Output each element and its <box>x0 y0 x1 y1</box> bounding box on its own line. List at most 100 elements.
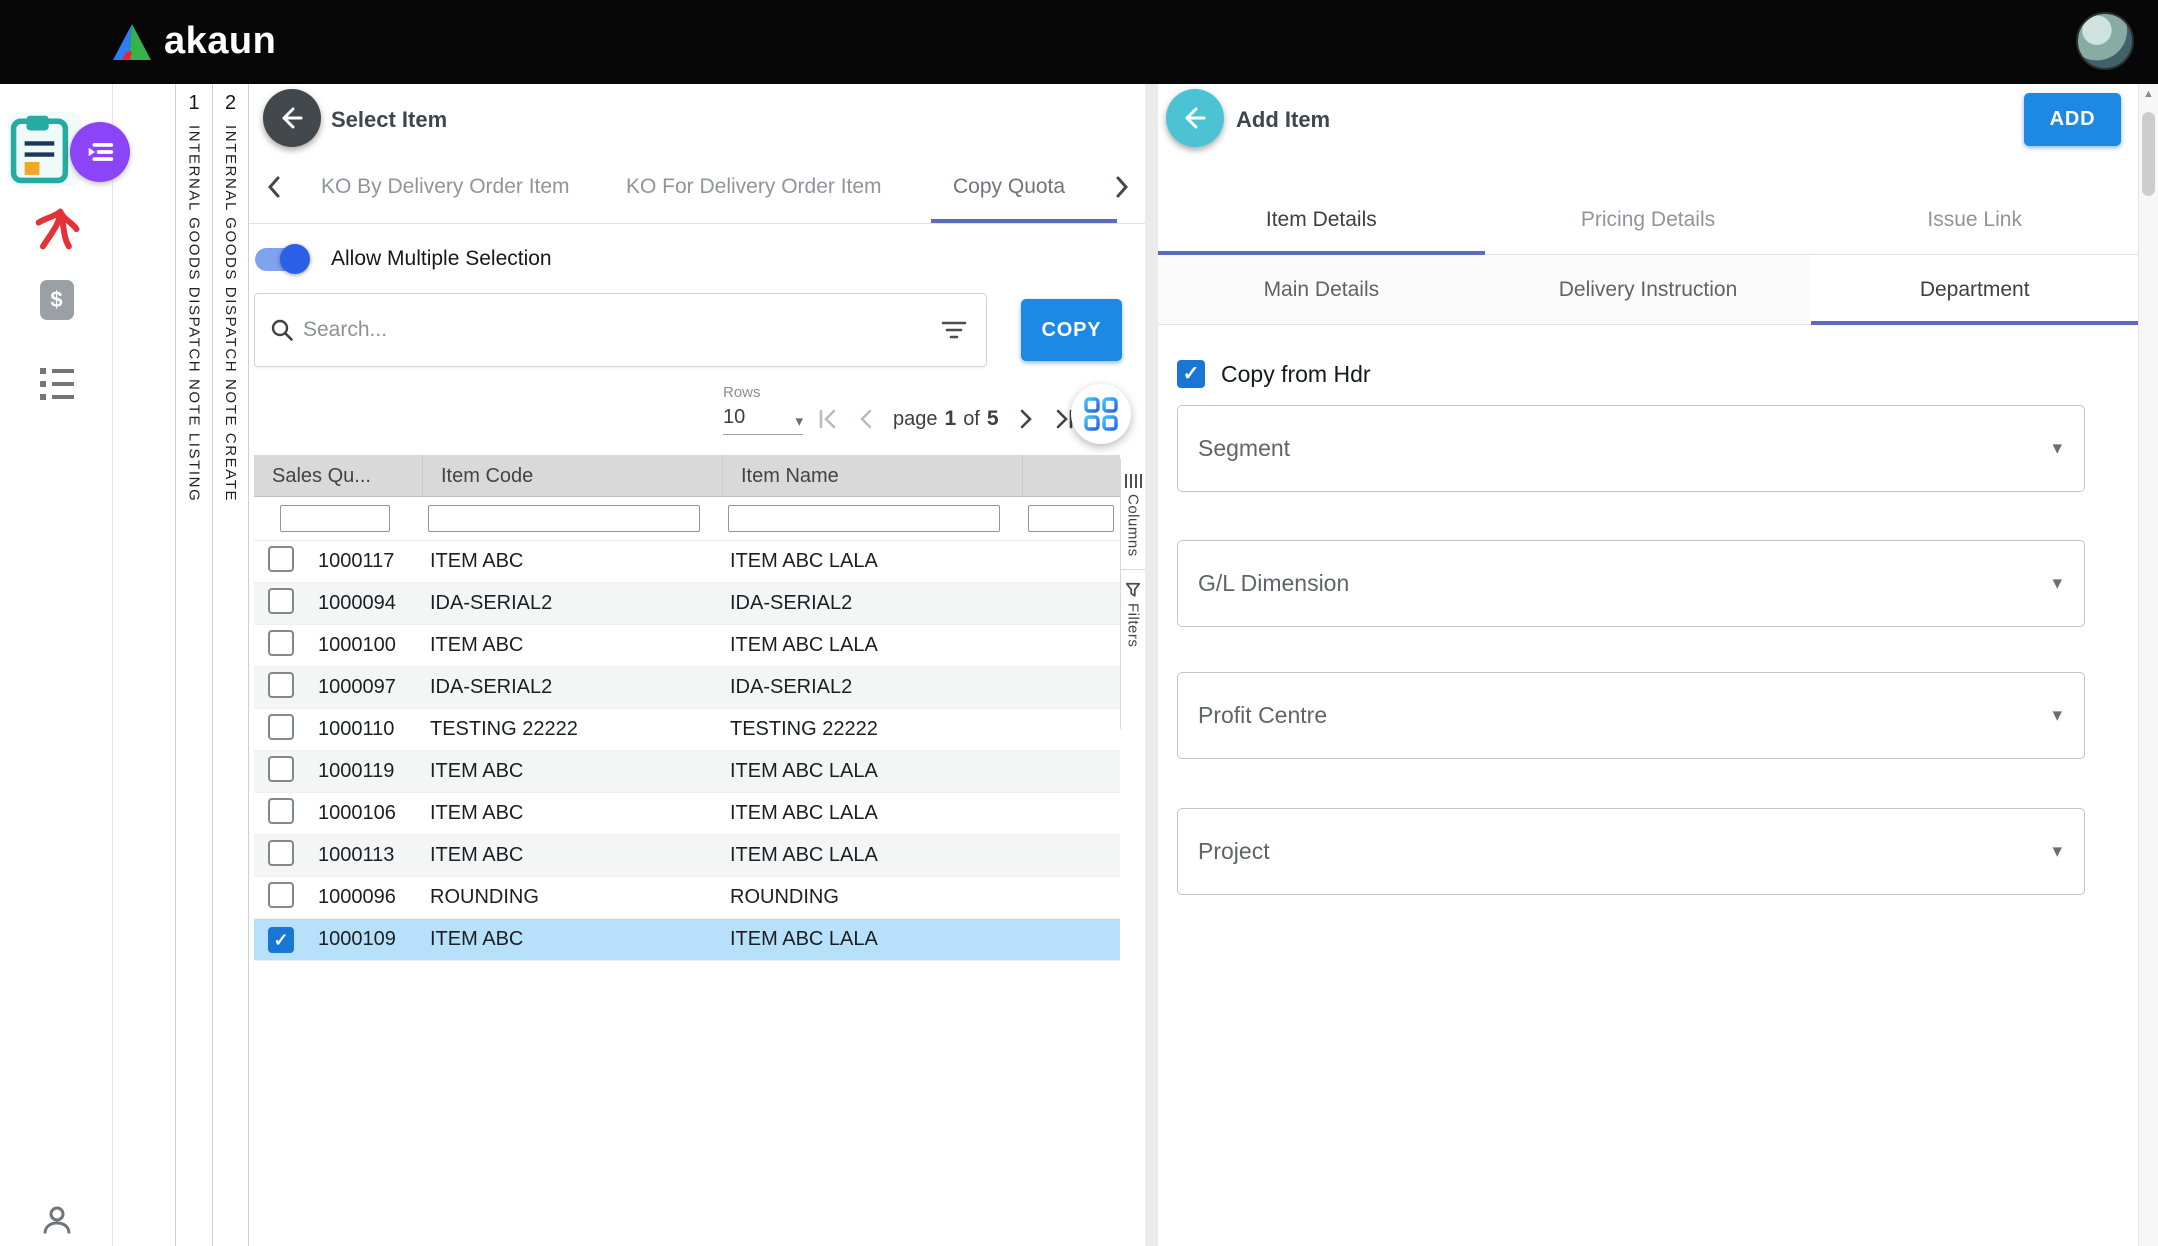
tab-copy-quota[interactable]: Copy Quota <box>953 150 1065 224</box>
table-row[interactable]: 1000113ITEM ABCITEM ABC LALA <box>254 835 1120 877</box>
cell-sales-qu: 1000109 <box>310 928 422 951</box>
copy-from-hdr-label: Copy from Hdr <box>1221 361 1371 388</box>
filter-input-extra[interactable] <box>1028 505 1114 532</box>
row-checkbox[interactable] <box>268 882 294 908</box>
sidebar-item-red-module-icon[interactable] <box>0 202 113 254</box>
table-row[interactable]: 1000096ROUNDINGROUNDING <box>254 877 1120 919</box>
filters-control[interactable]: Filters <box>1125 603 1142 647</box>
row-checkbox[interactable] <box>268 756 294 782</box>
back-button[interactable] <box>1166 89 1224 147</box>
caret-down-icon: ▾ <box>2052 572 2062 595</box>
filter-input-item-code[interactable] <box>428 505 700 532</box>
scroll-up-icon[interactable]: ▲ <box>2139 88 2158 100</box>
select-item-title: Select Item <box>331 107 447 133</box>
row-checkbox[interactable] <box>268 588 294 614</box>
segment-dropdown[interactable]: Segment ▾ <box>1177 405 2085 492</box>
caret-down-icon: ▾ <box>2052 437 2062 460</box>
workspace-tab-number: 2 <box>225 92 236 115</box>
cell-sales-qu: 1000100 <box>310 634 422 657</box>
cell-item-name: ITEM ABC LALA <box>722 844 1022 867</box>
add-button[interactable]: ADD <box>2024 93 2121 146</box>
gl-dimension-dropdown[interactable]: G/L Dimension ▾ <box>1177 540 2085 627</box>
item-table-filter-row <box>254 497 1120 541</box>
row-checkbox[interactable] <box>268 840 294 866</box>
project-dropdown[interactable]: Project ▾ <box>1177 808 2085 895</box>
cell-item-code: TESTING 22222 <box>422 718 722 741</box>
copy-button[interactable]: COPY <box>1021 299 1122 361</box>
search-box <box>254 293 987 367</box>
allow-multiple-selection-toggle[interactable] <box>255 248 307 271</box>
columns-control[interactable]: Columns <box>1125 494 1142 557</box>
workspace-tabs: 1 INTERNAL GOODS DISPATCH NOTE LISTING 2… <box>175 84 249 1246</box>
prev-page-button[interactable] <box>854 406 880 432</box>
item-table-body: 1000117ITEM ABCITEM ABC LALA1000094IDA-S… <box>254 541 1120 961</box>
cell-item-code: ITEM ABC <box>422 550 722 573</box>
table-row[interactable]: 1000097IDA-SERIAL2IDA-SERIAL2 <box>254 667 1120 709</box>
workspace-tab-create[interactable]: 2 INTERNAL GOODS DISPATCH NOTE CREATE <box>212 84 249 1246</box>
multiple-selection-row: Allow Multiple Selection <box>255 242 552 276</box>
column-header-item-code[interactable]: Item Code <box>422 455 722 497</box>
table-row[interactable]: 1000094IDA-SERIAL2IDA-SERIAL2 <box>254 583 1120 625</box>
cell-item-name: ITEM ABC LALA <box>722 760 1022 783</box>
profit-centre-dropdown[interactable]: Profit Centre ▾ <box>1177 672 2085 759</box>
tab-pricing-details[interactable]: Pricing Details <box>1485 185 1812 254</box>
row-checkbox[interactable] <box>268 798 294 824</box>
row-checkbox[interactable] <box>268 546 294 572</box>
back-button[interactable] <box>263 89 321 147</box>
tab-ko-by-delivery-order-item[interactable]: KO By Delivery Order Item <box>321 150 570 224</box>
rows-per-page-select[interactable]: 10 ▾ <box>723 406 803 435</box>
subtab-main-details[interactable]: Main Details <box>1158 255 1485 324</box>
first-page-button[interactable] <box>815 406 841 432</box>
row-checkbox[interactable] <box>268 672 294 698</box>
collapse-menu-icon[interactable] <box>70 122 130 182</box>
user-avatar[interactable] <box>2076 12 2134 70</box>
cell-item-code: ITEM ABC <box>422 844 722 867</box>
workspace-tab-listing[interactable]: 1 INTERNAL GOODS DISPATCH NOTE LISTING <box>175 84 212 1246</box>
scrollbar-thumb[interactable] <box>2142 112 2155 196</box>
gl-dimension-dropdown-label: G/L Dimension <box>1198 570 1349 597</box>
cell-sales-qu: 1000110 <box>310 718 422 741</box>
filter-input-item-name[interactable] <box>728 505 1000 532</box>
filter-input-sales-qu[interactable] <box>280 505 390 532</box>
tab-issue-link[interactable]: Issue Link <box>1811 185 2138 254</box>
sidebar-profile-icon[interactable] <box>0 1202 113 1238</box>
table-row[interactable]: ✓1000109ITEM ABCITEM ABC LALA <box>254 919 1120 961</box>
segment-dropdown-label: Segment <box>1198 435 1290 462</box>
filter-list-icon[interactable] <box>940 317 968 343</box>
subtab-delivery-instruction[interactable]: Delivery Instruction <box>1485 255 1812 324</box>
column-header-item-name[interactable]: Item Name <box>722 455 1022 497</box>
grid-view-button[interactable] <box>1071 384 1131 444</box>
tab-item-details[interactable]: Item Details <box>1158 185 1485 254</box>
tab-ko-for-delivery-order-item[interactable]: KO For Delivery Order Item <box>626 150 882 224</box>
tabs-scroll-right-icon[interactable] <box>1107 173 1135 201</box>
next-page-button[interactable] <box>1012 406 1038 432</box>
search-input[interactable] <box>303 318 940 342</box>
page-indicator: page 1 of 5 <box>893 407 999 431</box>
table-row[interactable]: 1000106ITEM ABCITEM ABC LALA <box>254 793 1120 835</box>
cell-item-name: IDA-SERIAL2 <box>722 676 1022 699</box>
copy-from-hdr-checkbox[interactable]: ✓ <box>1177 360 1205 388</box>
table-row[interactable]: 1000117ITEM ABCITEM ABC LALA <box>254 541 1120 583</box>
panel-divider <box>1145 84 1158 1246</box>
caret-down-icon: ▾ <box>2052 704 2062 727</box>
brand-name: akaun <box>164 20 276 63</box>
row-checkbox[interactable] <box>268 630 294 656</box>
rows-per-page-value: 10 <box>723 406 745 428</box>
table-row[interactable]: 1000119ITEM ABCITEM ABC LALA <box>254 751 1120 793</box>
table-row[interactable]: 1000100ITEM ABCITEM ABC LALA <box>254 625 1120 667</box>
strip-divider <box>1121 569 1145 570</box>
column-header-sales-qu[interactable]: Sales Qu... <box>254 455 422 497</box>
add-item-tabbar: Item Details Pricing Details Issue Link <box>1158 185 2138 255</box>
filters-icon <box>1123 582 1143 598</box>
cell-sales-qu: 1000117 <box>310 550 422 573</box>
tabs-scroll-left-icon[interactable] <box>261 173 289 201</box>
cell-item-name: ITEM ABC LALA <box>722 634 1022 657</box>
table-row[interactable]: 1000110TESTING 22222TESTING 22222 <box>254 709 1120 751</box>
dispatch-module-icon[interactable] <box>8 110 138 190</box>
row-checkbox[interactable] <box>268 714 294 740</box>
sidebar-item-billing-icon[interactable]: $ <box>0 280 113 320</box>
sidebar-item-listing-icon[interactable] <box>0 368 113 400</box>
vertical-scrollbar[interactable]: ▲ <box>2138 84 2158 1246</box>
row-checkbox[interactable]: ✓ <box>268 927 294 953</box>
subtab-department[interactable]: Department <box>1811 255 2138 324</box>
